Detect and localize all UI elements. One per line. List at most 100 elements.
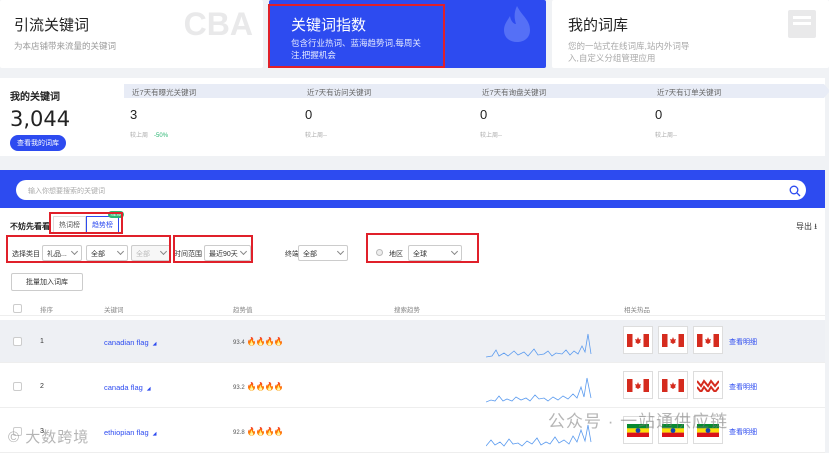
product-thumb[interactable]: [693, 371, 723, 399]
chevron-down-icon: [239, 247, 248, 256]
stat-compare: 较上周--: [655, 133, 677, 139]
row-index: 93.2 🔥🔥🔥🔥: [233, 382, 283, 391]
card-traffic-keywords[interactable]: 引流关键词 为本店铺带来流量的关键词 CBA: [0, 0, 263, 68]
keyword-text: canadian flag: [104, 338, 149, 347]
chevron-down-icon: [116, 247, 125, 256]
stat-sub-label: 较上周: [130, 133, 149, 139]
stat-value: 3: [130, 107, 138, 122]
select-value: 全球: [413, 251, 427, 258]
watermark-left: © 大数跨境: [8, 429, 90, 446]
view-detail-link[interactable]: 查看明细: [729, 427, 757, 437]
canada-flag-image: [627, 334, 649, 347]
product-thumb[interactable]: [658, 326, 688, 354]
card-desc: 您的一站式在线词库,站内外词导入,自定义分组管理应用: [568, 41, 690, 63]
keyword-link[interactable]: canadian flag ◢: [104, 338, 156, 347]
card-desc: 包含行业热词、蓝海趋势词,每周关注,把握机会: [291, 38, 421, 60]
header-products: 相关热品: [624, 307, 650, 314]
row-checkbox[interactable]: [13, 382, 22, 391]
recommend-label: 不妨先看看: [10, 222, 50, 231]
tab-hot-words[interactable]: 热词榜: [53, 216, 86, 234]
my-keywords-label: 我的关键词: [10, 92, 60, 103]
product-thumb[interactable]: [623, 326, 653, 354]
select-all-checkbox[interactable]: [13, 304, 22, 313]
fire-icons: 🔥🔥🔥🔥: [246, 427, 284, 436]
region-radio[interactable]: [376, 249, 383, 256]
rank-tabs: 热词榜 趋势榜 NEW: [53, 211, 124, 234]
row-checkbox[interactable]: [13, 337, 22, 346]
fire-icons: 🔥🔥🔥🔥: [246, 337, 284, 346]
select-value: 全部: [91, 251, 105, 258]
search-icon[interactable]: [789, 185, 801, 197]
category-select[interactable]: 礼品...: [42, 245, 82, 261]
region-label: 地区: [389, 251, 403, 258]
header-trend: 搜索趋势: [394, 307, 420, 314]
view-detail-link[interactable]: 查看明细: [729, 337, 757, 347]
stat-head: 近7天有询盘关键词: [474, 84, 655, 98]
search-band: 输入你想要搜索的关键词: [0, 170, 825, 208]
subcategory-select[interactable]: 全部: [86, 245, 128, 261]
keyword-text: ethiopian flag: [104, 428, 149, 437]
stat-pct: -50%: [154, 133, 169, 139]
table-header: 排序 关键词 趋势值 搜索趋势 相关热品: [0, 300, 825, 316]
stat-head: 近7天有访问关键词: [299, 84, 480, 98]
index-score: 93.4: [233, 340, 245, 346]
stat-value: 0: [480, 107, 488, 122]
trend-sparkline: [486, 377, 592, 403]
select-value: 最近90天: [209, 251, 238, 258]
card-keyword-index[interactable]: 关键词指数 包含行业热词、蓝海趋势词,每周关注,把握机会: [269, 0, 546, 68]
canada-flag-image: [697, 334, 719, 347]
region-select[interactable]: 全球: [408, 245, 462, 261]
my-keywords-count: 3,044: [10, 107, 71, 131]
stat-inquiries: 近7天有询盘关键词 0 较上周--: [474, 84, 655, 139]
header-keyword: 关键词: [104, 307, 124, 314]
keyword-link[interactable]: canada flag ◢: [104, 383, 151, 392]
subcategory-select-2[interactable]: 全部: [131, 245, 171, 261]
watermark-right: 公众号 · 一站通供应链: [548, 412, 729, 431]
inbox-icon: [785, 6, 819, 50]
row-rank: 1: [40, 338, 44, 345]
keyword-link[interactable]: ethiopian flag ◢: [104, 428, 156, 437]
stat-compare: 较上周--: [480, 133, 502, 139]
chevron-down-icon: [336, 247, 345, 256]
my-keywords-summary: 我的关键词 3,044 查看我的词库: [10, 88, 70, 151]
card-title: 引流关键词: [14, 17, 90, 34]
flame-icon: [500, 4, 534, 52]
view-library-button[interactable]: 查看我的词库: [10, 135, 66, 151]
new-badge: NEW: [107, 211, 124, 218]
index-score: 92.8: [233, 430, 245, 436]
tab-trend-label: 趋势榜: [92, 222, 113, 229]
trend-sparkline: [486, 333, 592, 358]
abc-blocks-icon: CBA: [183, 6, 253, 42]
table-row: 1 canadian flag ◢ 93.4 🔥🔥🔥🔥 查看明细: [0, 320, 825, 363]
stat-value: 0: [655, 107, 663, 122]
select-value: 全部: [303, 251, 317, 258]
export-button[interactable]: 导出 ⭳: [796, 221, 817, 235]
row-index: 92.8 🔥🔥🔥🔥: [233, 427, 284, 436]
view-detail-link[interactable]: 查看明细: [729, 382, 757, 392]
select-value: 全部: [136, 251, 150, 258]
chevron-down-icon: [450, 247, 459, 256]
sort-arrow-icon: ◢: [146, 386, 151, 392]
card-title: 关键词指数: [291, 17, 367, 34]
card-title: 我的词库: [568, 17, 629, 34]
row-rank: 2: [40, 383, 44, 390]
header-index: 趋势值: [233, 307, 253, 314]
time-range-select[interactable]: 最近90天: [204, 245, 251, 261]
batch-add-button[interactable]: 批量加入词库: [11, 273, 83, 291]
keyword-stats: 我的关键词 3,044 查看我的词库 近7天有曝光关键词 3 较上周 -50% 近…: [0, 78, 829, 156]
select-value: 礼品...: [47, 251, 67, 258]
chevron-down-icon: [70, 247, 79, 256]
terminal-select[interactable]: 全部: [298, 245, 348, 261]
tab-trend[interactable]: 趋势榜 NEW: [86, 211, 124, 234]
filter-bar: 选择类目 礼品... 全部 全部 时间范围 最近90天 终端 全部 地区 全球: [10, 243, 820, 263]
product-thumb[interactable]: [658, 371, 688, 399]
terminal-label: 终端: [285, 251, 299, 258]
product-thumb[interactable]: [623, 371, 653, 399]
stat-compare: 较上周--: [305, 133, 327, 139]
card-my-library[interactable]: 我的词库 您的一站式在线词库,站内外词导入,自定义分组管理应用: [552, 0, 829, 68]
feature-cards: 引流关键词 为本店铺带来流量的关键词 CBA 关键词指数 包含行业热词、蓝海趋势…: [0, 0, 829, 70]
product-thumb[interactable]: [693, 326, 723, 354]
search-input[interactable]: 输入你想要搜索的关键词: [16, 180, 806, 200]
table-row: 2 canada flag ◢ 93.2 🔥🔥🔥🔥 查看明细: [0, 365, 825, 408]
header-rank: 排序: [40, 307, 53, 314]
